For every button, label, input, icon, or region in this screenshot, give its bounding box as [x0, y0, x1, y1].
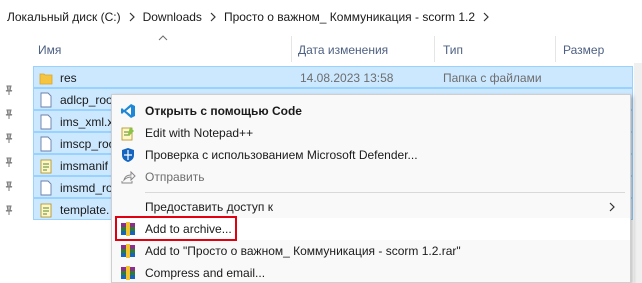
share-icon — [121, 170, 136, 184]
pin-icon[interactable] — [3, 108, 15, 120]
pin-icon[interactable] — [3, 132, 15, 144]
file-name: imsmd_ro — [60, 181, 113, 195]
menu-item-compress-email[interactable]: Compress and email... — [112, 262, 630, 283]
column-header: Имя Дата изменения Тип Размер — [28, 33, 642, 63]
file-name: imsmanif — [60, 159, 109, 173]
menu-separator — [145, 192, 625, 193]
column-type-header[interactable]: Тип — [443, 43, 463, 57]
menu-item-label: Отправить — [145, 170, 205, 184]
breadcrumb-item-downloads[interactable]: Downloads — [143, 10, 202, 24]
file-date: 14.08.2023 13:58 — [300, 71, 394, 85]
context-menu: Открыть с помощью Code Edit with Notepad… — [111, 94, 631, 283]
file-type: Папка с файлами — [443, 71, 542, 85]
menu-item-label: Открыть с помощью Code — [145, 104, 302, 118]
menu-item-open-with-code[interactable]: Открыть с помощью Code — [112, 100, 630, 122]
xml-notepad-icon — [40, 159, 52, 174]
column-divider[interactable] — [291, 36, 292, 62]
menu-item-label: Проверка с использованием Microsoft Defe… — [145, 148, 418, 162]
file-name: res — [60, 71, 77, 85]
menu-item-label: Add to "Просто о важном_ Коммуникация - … — [145, 244, 461, 258]
xsd-file-icon — [40, 114, 52, 130]
file-name: template. — [60, 203, 110, 217]
winrar-icon — [121, 266, 135, 280]
pin-icon[interactable] — [3, 84, 15, 96]
chevron-right-icon[interactable] — [121, 11, 143, 23]
column-divider[interactable] — [434, 36, 435, 62]
menu-item-edit-notepadpp[interactable]: Edit with Notepad++ — [112, 122, 630, 144]
defender-shield-icon — [122, 148, 134, 162]
chevron-right-icon[interactable] — [202, 11, 224, 23]
pin-icon[interactable] — [3, 204, 15, 216]
vscode-icon — [121, 104, 135, 118]
menu-item-share[interactable]: Отправить — [112, 166, 630, 188]
xsd-file-icon — [40, 92, 52, 108]
file-row-res[interactable]: res 14.08.2023 13:58 Папка с файлами — [33, 66, 633, 88]
chevron-right-icon[interactable] — [475, 11, 497, 23]
menu-item-label: Предоставить доступ к — [145, 200, 273, 214]
file-name: adlcp_roo — [60, 93, 113, 107]
menu-item-add-to-rar[interactable]: Add to "Просто о важном_ Коммуникация - … — [112, 240, 630, 262]
breadcrumb-item-local-disk[interactable]: Локальный диск (C:) — [7, 10, 121, 24]
file-name: imscp_roo — [60, 137, 116, 151]
notepadpp-icon — [121, 127, 134, 141]
menu-item-label: Edit with Notepad++ — [145, 126, 254, 140]
breadcrumb-item-current-folder[interactable]: Просто о важном_ Коммуникация - scorm 1.… — [224, 10, 475, 24]
vertical-scrollbar[interactable] — [634, 63, 642, 283]
pin-icon[interactable] — [3, 156, 15, 168]
menu-item-defender-scan[interactable]: Проверка с использованием Microsoft Defe… — [112, 144, 630, 166]
menu-item-label: Compress and email... — [145, 266, 266, 280]
winrar-icon — [121, 244, 135, 258]
column-date-header[interactable]: Дата изменения — [298, 43, 388, 57]
folder-icon — [39, 73, 53, 85]
sort-ascending-icon — [158, 35, 168, 41]
xsd-file-icon — [40, 136, 52, 152]
xsd-file-icon — [40, 180, 52, 196]
highlight-box — [115, 216, 237, 241]
breadcrumb: Локальный диск (C:) Downloads Просто о в… — [0, 0, 642, 33]
column-size-header[interactable]: Размер — [563, 43, 604, 57]
file-name: ims_xml.x — [60, 115, 114, 129]
xml-notepad-icon — [40, 203, 52, 218]
pin-icon[interactable] — [3, 180, 15, 192]
menu-item-give-access[interactable]: Предоставить доступ к — [112, 196, 630, 218]
column-name-header[interactable]: Имя — [38, 43, 61, 57]
chevron-right-icon — [609, 202, 615, 212]
column-divider[interactable] — [555, 36, 556, 62]
